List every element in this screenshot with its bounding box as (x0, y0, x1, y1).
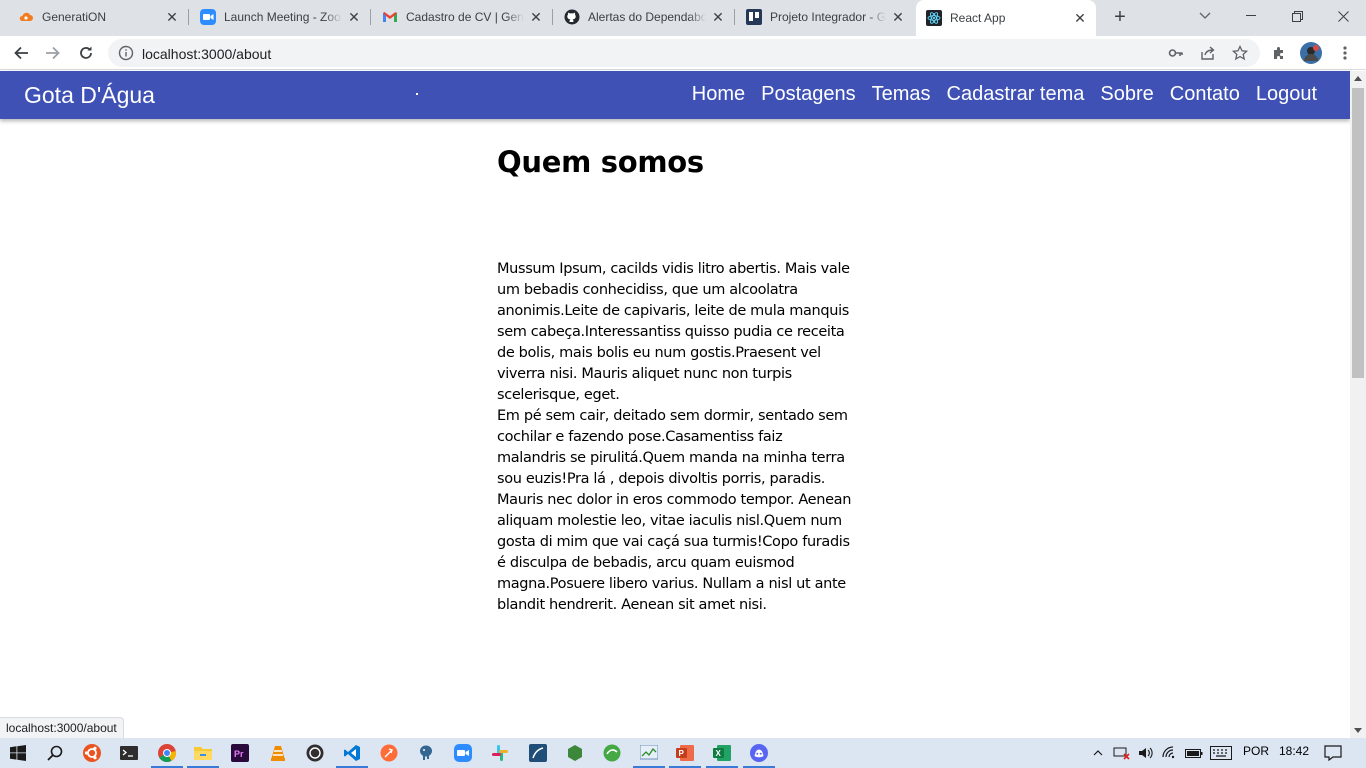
navbar-dot (416, 93, 418, 95)
scroll-up-arrow-icon[interactable] (1354, 76, 1362, 81)
nav-link-sobre[interactable]: Sobre (1100, 83, 1153, 106)
search-icon[interactable] (43, 741, 67, 765)
tab-search-chevron-icon[interactable] (1182, 0, 1228, 32)
zoom-icon (200, 9, 216, 25)
reload-icon[interactable] (72, 39, 100, 67)
profile-avatar[interactable] (1300, 42, 1322, 64)
page-scrollbar[interactable] (1350, 71, 1366, 738)
tab-title: Projeto Integrador - G (770, 10, 886, 24)
file-explorer-icon[interactable] (187, 741, 219, 768)
vscode-icon[interactable] (336, 741, 368, 768)
tab-title: Cadastro de CV | GenT (406, 10, 524, 24)
svg-text:P: P (679, 749, 685, 758)
ubuntu-icon[interactable] (80, 741, 104, 765)
nav-link-contato[interactable]: Contato (1170, 83, 1240, 106)
about-text: Mussum Ipsum, cacilds vidis litro aberti… (497, 261, 852, 613)
trello-icon (746, 9, 762, 25)
tab-title: React App (950, 11, 1006, 25)
tab-strip: GeneratiON ✕ Launch Meeting - Zoom ✕ Cad… (0, 0, 1366, 36)
nav-link-temas[interactable]: Temas (872, 83, 931, 106)
browser-tab-zoom[interactable]: Launch Meeting - Zoom ✕ (190, 0, 371, 34)
back-arrow-icon[interactable] (7, 39, 35, 67)
terminal-icon[interactable] (117, 741, 141, 765)
key-icon[interactable] (1168, 45, 1184, 61)
share-icon[interactable] (1200, 45, 1216, 61)
postgresql-icon[interactable] (414, 741, 438, 765)
svg-text:Pr: Pr (234, 749, 244, 759)
keyboard-icon[interactable] (1208, 741, 1234, 765)
scroll-down-arrow-icon[interactable] (1354, 728, 1362, 733)
gmail-icon (382, 9, 398, 25)
slack-icon[interactable] (488, 741, 512, 765)
bookmark-star-icon[interactable] (1231, 44, 1249, 61)
vlc-icon[interactable] (266, 741, 290, 765)
mysql-workbench-icon[interactable] (526, 741, 550, 765)
link-status-bubble: localhost:3000/about (0, 717, 124, 738)
nav-link-cadastrar-tema[interactable]: Cadastrar tema (947, 83, 1085, 106)
nav-link-home[interactable]: Home (692, 83, 745, 106)
browser-tab-gmail[interactable]: Cadastro de CV | GenT ✕ (372, 0, 553, 34)
volume-icon[interactable] (1134, 741, 1158, 765)
new-tab-plus-icon[interactable]: + (1108, 6, 1132, 30)
address-bar[interactable]: localhost:3000/about (108, 39, 1260, 67)
scroll-thumb[interactable] (1352, 88, 1364, 378)
zoom-app-icon[interactable] (451, 741, 475, 765)
input-language[interactable]: POR (1243, 744, 1269, 758)
react-icon (926, 10, 942, 26)
close-tab-icon[interactable]: ✕ (710, 9, 726, 25)
clock[interactable]: 18:42 (1279, 744, 1309, 758)
network-offline-icon[interactable] (1110, 741, 1134, 765)
tray-chevron-up-icon[interactable] (1086, 741, 1110, 765)
tab-title: GeneratiON (42, 10, 107, 24)
battery-icon[interactable] (1182, 741, 1206, 765)
task-manager-icon[interactable] (633, 741, 665, 768)
excel-icon[interactable]: X (706, 741, 738, 768)
browser-tab-github[interactable]: Alertas do Dependabot ✕ (554, 0, 735, 34)
minimize-icon[interactable] (1228, 0, 1274, 32)
greenshot-icon[interactable] (600, 741, 624, 765)
close-tab-icon[interactable]: ✕ (528, 9, 544, 25)
discord-icon[interactable] (743, 741, 775, 768)
chrome-icon[interactable] (151, 741, 183, 768)
wifi-icon[interactable] (1158, 741, 1182, 765)
tab-title: Launch Meeting - Zoom (224, 10, 342, 24)
browser-tab-generation[interactable]: GeneratiON ✕ (8, 0, 189, 34)
close-tab-icon[interactable]: ✕ (164, 9, 180, 25)
close-window-icon[interactable] (1320, 0, 1366, 32)
forward-arrow-icon[interactable] (39, 39, 67, 67)
nav-link-postagens[interactable]: Postagens (761, 83, 856, 106)
nav-link-logout[interactable]: Logout (1256, 83, 1317, 106)
close-tab-icon[interactable]: ✕ (346, 9, 362, 25)
postman-icon[interactable] (377, 741, 401, 765)
github-icon (564, 9, 580, 25)
nodejs-icon[interactable] (563, 741, 587, 765)
page-title: Quem somos (497, 145, 704, 179)
nav-links: Home Postagens Temas Cadastrar tema Sobr… (692, 83, 1317, 106)
extensions-puzzle-icon[interactable] (1268, 42, 1290, 64)
tab-title: Alertas do Dependabot (588, 10, 706, 24)
restore-icon[interactable] (1274, 0, 1320, 32)
premiere-pro-icon[interactable]: Pr (228, 741, 252, 765)
browser-tab-trello[interactable]: Projeto Integrador - G ✕ (736, 0, 914, 34)
app-brand[interactable]: Gota D'Água (24, 82, 155, 109)
powerpoint-icon[interactable]: P (669, 741, 701, 768)
windows-taskbar: Pr P X POR 18:42 (0, 738, 1366, 768)
url-text: localhost:3000/about (142, 46, 272, 62)
close-tab-icon[interactable]: ✕ (890, 9, 906, 25)
browser-menu-icon[interactable] (1334, 42, 1356, 64)
browser-tab-react-app[interactable]: React App ✕ (916, 0, 1096, 36)
svg-text:X: X (716, 749, 722, 758)
obs-icon[interactable] (303, 741, 327, 765)
cloud-icon (18, 9, 34, 25)
about-section: Quem somos Mussum Ipsum, cacilds vidis l… (497, 145, 855, 616)
browser-toolbar: localhost:3000/about (0, 36, 1366, 70)
windows-start-icon[interactable] (6, 741, 30, 765)
site-info-icon[interactable] (118, 45, 134, 61)
notifications-icon[interactable] (1321, 741, 1345, 765)
app-navbar: Gota D'Água Home Postagens Temas Cadastr… (0, 71, 1350, 119)
close-tab-icon[interactable]: ✕ (1072, 10, 1088, 26)
